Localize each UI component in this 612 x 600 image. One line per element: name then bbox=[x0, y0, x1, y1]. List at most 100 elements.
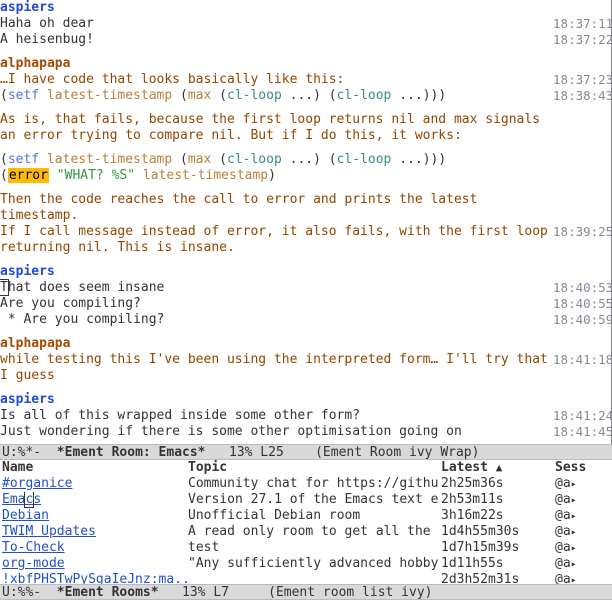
chat-line: If I call message instead of error, it a… bbox=[0, 224, 611, 256]
room-name[interactable]: #organice bbox=[2, 476, 188, 492]
rooms-header: Name Topic Latest ▲ Sess bbox=[0, 460, 612, 476]
chat-message[interactable]: aspiers bbox=[0, 0, 553, 16]
chat-line: A heisenbug!18:37:22 bbox=[0, 32, 611, 48]
chat-message[interactable]: alphapapa bbox=[0, 336, 553, 352]
chevron-right-icon bbox=[571, 524, 577, 539]
chat-message[interactable]: Then the code reaches the call to error … bbox=[0, 192, 553, 224]
chat-body[interactable]: aspiersHaha oh dear18:37:11A heisenbug!1… bbox=[0, 0, 611, 444]
room-row[interactable]: org-mode"Any sufficiently advanced hobby… bbox=[2, 556, 610, 572]
chat-username[interactable]: aspiers bbox=[0, 264, 55, 279]
chat-line bbox=[0, 384, 611, 392]
chat-message[interactable]: (error "WHAT? %S" latest-timestamp) bbox=[0, 168, 553, 184]
chat-line bbox=[0, 256, 611, 264]
chat-username[interactable]: aspiers bbox=[0, 392, 55, 407]
chat-username[interactable]: alphapapa bbox=[0, 336, 70, 351]
timestamp bbox=[553, 48, 611, 56]
chat-line: …I have code that looks basically like t… bbox=[0, 72, 611, 88]
chat-message[interactable] bbox=[0, 256, 553, 264]
modeline-mode: (Ement Room ivy Wrap) bbox=[315, 445, 479, 460]
timestamp: 18:40:59 bbox=[553, 312, 611, 328]
chat-line: aspiers bbox=[0, 392, 611, 408]
room-row[interactable]: DebianUnofficial Debian room3h16m22s@a bbox=[2, 508, 610, 524]
chat-message[interactable]: while testing this I've been using the i… bbox=[0, 352, 553, 384]
chat-message[interactable]: (setf latest-timestamp (max (cl-loop ...… bbox=[0, 152, 553, 168]
room-latest: 1d4h55m30s bbox=[441, 524, 555, 540]
room-session: @a bbox=[555, 508, 610, 524]
chat-line: alphapapa bbox=[0, 56, 611, 72]
chat-message[interactable]: If I call message instead of error, it a… bbox=[0, 224, 553, 256]
chat-message[interactable] bbox=[0, 440, 553, 444]
chat-message[interactable] bbox=[0, 328, 553, 336]
room-row[interactable]: #organiceCommunity chat for https://gith… bbox=[2, 476, 610, 492]
chat-message[interactable] bbox=[0, 48, 553, 56]
room-topic: Unofficial Debian room bbox=[188, 508, 441, 524]
modeline-buffer: *Ement Room: Emacs* bbox=[57, 445, 206, 460]
modeline-chat: U:%*- *Ement Room: Emacs* 13% L25 (Ement… bbox=[0, 444, 612, 460]
chat-message[interactable]: aspiers bbox=[0, 264, 553, 280]
chat-message[interactable]: * Are you compiling? bbox=[0, 312, 553, 328]
timestamp bbox=[553, 144, 611, 152]
room-row[interactable]: EmacsVersion 27.1 of the Emacs text e...… bbox=[2, 492, 610, 508]
col-name-header[interactable]: Name bbox=[2, 460, 188, 476]
chat-username[interactable]: alphapapa bbox=[0, 56, 70, 71]
chat-message[interactable]: aspiers bbox=[0, 392, 553, 408]
col-latest-header[interactable]: Latest ▲ bbox=[441, 460, 555, 476]
room-name[interactable]: org-mode bbox=[2, 556, 188, 572]
chat-message[interactable]: Are you compiling? bbox=[0, 296, 553, 312]
rooms-pane[interactable]: Name Topic Latest ▲ Sess #organiceCommun… bbox=[0, 460, 612, 583]
chat-message[interactable] bbox=[0, 184, 553, 192]
chat-line: Is all of this wrapped inside some other… bbox=[0, 408, 611, 424]
chat-message[interactable]: Haha oh dear bbox=[0, 16, 553, 32]
room-latest: 2h25m36s bbox=[441, 476, 555, 492]
chat-line bbox=[0, 104, 611, 112]
chat-message[interactable] bbox=[0, 104, 553, 112]
chat-line: Haha oh dear18:37:11 bbox=[0, 16, 611, 32]
chat-line: (setf latest-timestamp (max (cl-loop ...… bbox=[0, 88, 611, 104]
room-name[interactable]: Debian bbox=[2, 508, 188, 524]
chat-message[interactable]: As is, that fails, because the first loo… bbox=[0, 112, 553, 144]
chat-message[interactable]: That does seem insane bbox=[0, 280, 553, 296]
room-latest: 2h53m11s bbox=[441, 492, 555, 508]
col-sess-header[interactable]: Sess bbox=[555, 460, 610, 476]
room-name[interactable]: To-Check bbox=[2, 540, 188, 556]
timestamp bbox=[553, 392, 611, 408]
timestamp bbox=[553, 104, 611, 112]
room-row[interactable]: TWIM UpdatesA read only room to get all … bbox=[2, 524, 610, 540]
chat-message[interactable]: Just wondering if there is some other op… bbox=[0, 424, 553, 440]
chat-message[interactable] bbox=[0, 384, 553, 392]
timestamp bbox=[553, 384, 611, 392]
timestamp bbox=[553, 168, 611, 184]
room-name[interactable]: !xbfPHSTwPySgaIeJnz:ma... bbox=[2, 572, 188, 583]
room-session: @a bbox=[555, 524, 610, 540]
chat-message[interactable]: alphapapa bbox=[0, 56, 553, 72]
chat-line bbox=[0, 440, 611, 444]
room-session: @a bbox=[555, 476, 610, 492]
timestamp bbox=[553, 0, 611, 16]
room-name[interactable]: TWIM Updates bbox=[2, 524, 188, 540]
chat-username[interactable]: aspiers bbox=[0, 0, 55, 15]
chat-line: That does seem insane18:40:53 bbox=[0, 280, 611, 296]
chat-line: alphapapa bbox=[0, 336, 611, 352]
chat-pane[interactable]: aspiersHaha oh dear18:37:11A heisenbug!1… bbox=[0, 0, 612, 444]
timestamp: 18:41:24 bbox=[553, 408, 611, 424]
chat-message[interactable]: …I have code that looks basically like t… bbox=[0, 72, 553, 88]
chat-message[interactable]: A heisenbug! bbox=[0, 32, 553, 48]
chevron-right-icon bbox=[571, 476, 577, 491]
chevron-right-icon bbox=[571, 556, 577, 571]
col-topic-header[interactable]: Topic bbox=[188, 460, 441, 476]
timestamp bbox=[553, 152, 611, 168]
room-name[interactable]: Emacs bbox=[2, 492, 188, 508]
timestamp bbox=[553, 184, 611, 192]
chevron-right-icon bbox=[571, 508, 577, 523]
chat-line: * Are you compiling?18:40:59 bbox=[0, 312, 611, 328]
timestamp bbox=[553, 112, 611, 144]
rooms-body[interactable]: #organiceCommunity chat for https://gith… bbox=[0, 476, 612, 583]
timestamp: 18:37:23 bbox=[553, 72, 611, 88]
timestamp bbox=[553, 440, 611, 444]
chat-message[interactable] bbox=[0, 144, 553, 152]
room-latest: 2d3h52m31s bbox=[441, 572, 555, 583]
room-row[interactable]: !xbfPHSTwPySgaIeJnz:ma...2d3h52m31s@a bbox=[2, 572, 610, 583]
room-row[interactable]: To-Checktest1d7h15m39s@a bbox=[2, 540, 610, 556]
chat-message[interactable]: (setf latest-timestamp (max (cl-loop ...… bbox=[0, 88, 553, 104]
chat-message[interactable]: Is all of this wrapped inside some other… bbox=[0, 408, 553, 424]
